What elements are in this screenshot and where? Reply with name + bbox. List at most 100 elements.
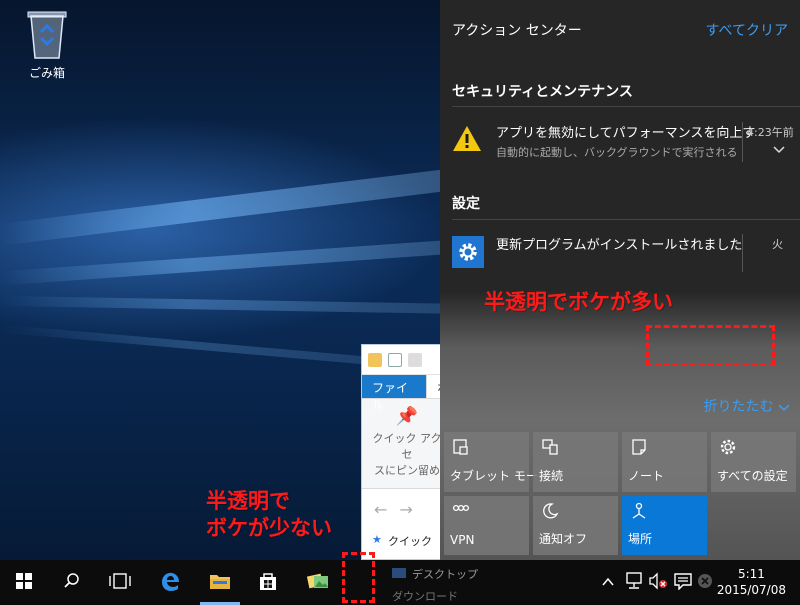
pin-label-line1: クイック アクセ	[372, 432, 442, 461]
new-folder-icon[interactable]	[408, 352, 422, 367]
notification-title: アプリを無効にしてパフォーマンスを向上す	[496, 126, 756, 141]
action-center-panel: アクション センター すべてクリア セキュリティとメンテナンス アプリを無効にし…	[440, 0, 800, 560]
notification-body: 自動的に起動し、バックグラウンドで実行される	[496, 146, 738, 159]
notification-time: 火	[772, 238, 783, 251]
explorer-quick-access-toolbar	[362, 345, 450, 375]
tree-item-label: ダウンロード	[392, 590, 458, 602]
properties-icon[interactable]	[388, 352, 402, 367]
chevron-up-icon	[602, 573, 614, 592]
annotation-dashed-box-action-center	[646, 325, 775, 366]
wallpaper-light-beam	[0, 295, 470, 315]
quick-action-connect[interactable]: 接続	[533, 432, 618, 492]
search-button[interactable]	[48, 560, 96, 605]
wallpaper-light-beam	[0, 166, 470, 246]
quick-action-label: 通知オフ	[539, 532, 588, 546]
task-view-icon	[109, 572, 131, 593]
moon-icon	[541, 502, 559, 520]
tree-item-label: デスクトップ	[412, 568, 478, 581]
notification-badge	[695, 560, 715, 605]
volume-muted-icon	[648, 571, 668, 594]
quick-action-vpn[interactable]: VPN	[444, 496, 529, 555]
explorer-nav-row: ← →	[362, 489, 450, 529]
taskbar-file-explorer-button[interactable]	[196, 560, 244, 605]
recycle-bin-shortcut[interactable]: ごみ箱	[18, 8, 76, 81]
quick-action-quiet-hours[interactable]: 通知オフ	[533, 496, 618, 555]
network-tray-button[interactable]	[622, 560, 646, 605]
search-icon	[63, 572, 81, 594]
taskbar-clock[interactable]: 5:11 2015/07/08	[717, 566, 786, 598]
notification-separator	[742, 122, 743, 162]
explorer-tree-desktop[interactable]: デスクトップ	[392, 566, 478, 582]
clock-date: 2015/07/08	[716, 583, 786, 597]
notification-security[interactable]: アプリを無効にしてパフォーマンスを向上す 自動的に起動し、バックグラウンドで実行…	[440, 118, 800, 170]
section-divider	[452, 106, 800, 107]
action-center-title: アクション センター	[452, 23, 582, 39]
vpn-icon	[452, 502, 470, 520]
quick-action-location[interactable]: 場所	[622, 496, 707, 555]
tablet-mode-icon	[452, 438, 470, 456]
action-center-tray-button[interactable]	[672, 560, 694, 605]
quick-action-label: すべての設定	[717, 469, 788, 483]
pin-label-line2: スにピン留め	[374, 464, 440, 477]
quick-action-tablet-mode[interactable]: タブレット モード	[444, 432, 550, 492]
action-center-icon	[674, 572, 692, 594]
forward-arrow-icon[interactable]: →	[399, 500, 412, 519]
section-divider	[452, 219, 800, 220]
clear-all-button[interactable]: すべてクリア	[706, 20, 788, 40]
warning-icon	[452, 124, 482, 154]
notification-title: 更新プログラムがインストールされました	[496, 238, 743, 253]
annotation-low-blur: 半透明で ボケが少ない	[206, 488, 332, 542]
quick-action-label: ノート	[628, 469, 665, 483]
back-arrow-icon[interactable]: ←	[374, 500, 387, 519]
taskbar-store-button[interactable]	[244, 560, 292, 605]
notification-time: 4:23午前	[747, 126, 794, 139]
explorer-tree-downloads[interactable]: ダウンロード	[392, 588, 458, 602]
tree-item-quick-access[interactable]: ★ クイック	[362, 529, 450, 549]
annotation-low-blur-line1: 半透明で	[206, 489, 290, 513]
section-title-settings: 設定	[452, 196, 480, 212]
quick-actions-grid: タブレット モード 接続 ノート すべての設定 VPN 通知オフ 場所	[444, 432, 796, 555]
folder-icon[interactable]	[368, 352, 382, 367]
task-view-button[interactable]	[96, 560, 144, 605]
clock-time: 5:11	[737, 567, 765, 581]
gear-icon	[719, 438, 737, 456]
show-hidden-icons-button[interactable]	[598, 560, 618, 605]
file-explorer-window[interactable]: ファイル ホ 📌 クイック アクセ スにピン留め ← → ★ クイック	[361, 344, 451, 560]
collapse-label: 折りたたむ	[703, 399, 774, 415]
store-icon	[258, 571, 278, 595]
desktop-folder-icon	[392, 568, 406, 578]
chevron-down-icon	[778, 401, 790, 413]
gear-icon	[452, 236, 484, 268]
taskbar-edge-button[interactable]	[146, 560, 194, 605]
annotation-dashed-box-taskbar	[342, 552, 375, 603]
taskbar-photos-button[interactable]	[294, 560, 342, 605]
taskbar: デスクトップ ダウンロード 5:11 2015/07/08	[0, 560, 800, 605]
volume-tray-button[interactable]	[646, 560, 670, 605]
start-button[interactable]	[0, 560, 48, 605]
photos-app-icon	[306, 571, 330, 595]
notification-settings[interactable]: 更新プログラムがインストールされました 火	[440, 230, 800, 274]
expand-chevron-icon[interactable]	[772, 142, 786, 156]
notification-separator	[742, 234, 743, 272]
windows-logo-icon	[16, 572, 32, 593]
connect-icon	[541, 438, 559, 456]
recycle-bin-icon	[25, 8, 69, 60]
wallpaper-light-beam	[0, 238, 470, 286]
quick-action-all-settings[interactable]: すべての設定	[711, 432, 796, 492]
collapse-button[interactable]: 折りたたむ	[704, 396, 790, 416]
folder-icon	[209, 572, 231, 594]
location-icon	[630, 502, 648, 520]
tab-file[interactable]: ファイル	[362, 375, 426, 412]
annotation-high-blur: 半透明でボケが多い	[484, 290, 673, 314]
section-title-security: セキュリティとメンテナンス	[452, 84, 633, 100]
annotation-low-blur-line2: ボケが少ない	[206, 516, 332, 540]
edge-browser-icon	[159, 570, 181, 596]
note-icon	[630, 438, 648, 456]
tree-item-label: クイック	[388, 535, 432, 548]
quick-action-label: VPN	[450, 533, 475, 547]
network-icon	[624, 571, 644, 594]
explorer-ribbon-tabs: ファイル ホ	[362, 375, 450, 412]
recycle-bin-label: ごみ箱	[28, 66, 65, 80]
clear-badge-icon	[697, 573, 713, 593]
quick-action-note[interactable]: ノート	[622, 432, 707, 492]
